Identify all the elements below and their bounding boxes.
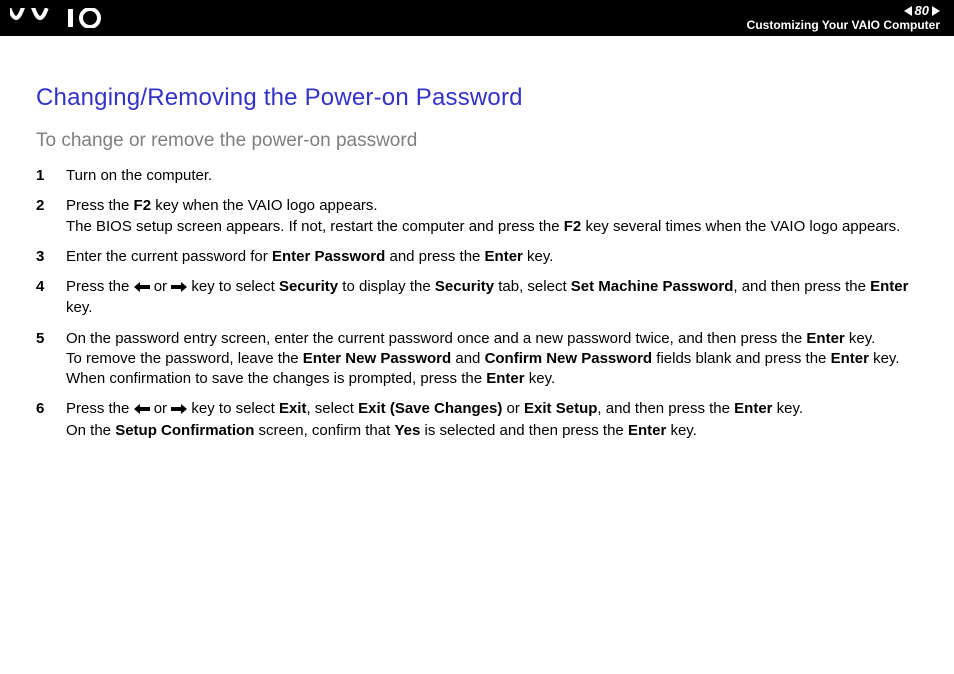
option-name: Exit Setup: [524, 400, 597, 417]
next-page-icon[interactable]: [932, 6, 940, 16]
option-name: Exit (Save Changes): [358, 400, 502, 417]
key-enter: Enter: [831, 350, 869, 367]
prev-page-icon[interactable]: [904, 6, 912, 16]
step-text: Turn on the computer.: [66, 167, 212, 184]
step-text: key.: [773, 400, 804, 417]
steps-list: Turn on the computer. Press the F2 key w…: [36, 166, 918, 441]
step-text: key.: [666, 422, 697, 439]
tab-name: Security: [435, 278, 494, 295]
option-name: Yes: [394, 422, 420, 439]
screen-name: Setup Confirmation: [115, 422, 254, 439]
step-text: key.: [845, 330, 876, 347]
arrow-left-icon: [134, 278, 150, 298]
step-1: Turn on the computer.: [36, 166, 918, 186]
page-title: Changing/Removing the Power-on Password: [36, 84, 918, 112]
step-text: Press the: [66, 400, 134, 417]
step-3: Enter the current password for Enter Pas…: [36, 247, 918, 267]
step-5: On the password entry screen, enter the …: [36, 329, 918, 390]
step-text: tab, select: [494, 278, 571, 295]
step-text: or: [502, 400, 524, 417]
key-enter: Enter: [870, 278, 908, 295]
arrow-left-icon: [134, 400, 150, 420]
step-text: Press the: [66, 197, 134, 214]
step-text: or: [150, 278, 172, 295]
step-text: key several times when the VAIO logo app…: [581, 218, 900, 235]
step-text: To remove the password, leave the: [66, 350, 303, 367]
step-text: screen, confirm that: [254, 422, 394, 439]
arrow-right-icon: [171, 278, 187, 298]
step-text: The BIOS setup screen appears. If not, r…: [66, 218, 564, 235]
vaio-logo: [10, 0, 108, 36]
step-text: , and then press the: [733, 278, 870, 295]
step-text: key.: [66, 299, 92, 316]
menu-name: Security: [279, 278, 338, 295]
step-text: On the: [66, 422, 115, 439]
field-name: Enter New Password: [303, 350, 451, 367]
page-content: Changing/Removing the Power-on Password …: [0, 36, 954, 441]
key-enter: Enter: [734, 400, 772, 417]
step-text: and press the: [385, 248, 484, 265]
step-4: Press the or key to select Security to d…: [36, 277, 918, 319]
field-name: Enter Password: [272, 248, 385, 265]
key-enter: Enter: [486, 370, 524, 387]
step-text: fields blank and press the: [652, 350, 830, 367]
step-text: , select: [306, 400, 358, 417]
step-text: When confirmation to save the changes is…: [66, 370, 486, 387]
key-enter: Enter: [806, 330, 844, 347]
step-text: key when the VAIO logo appears.: [151, 197, 378, 214]
key-enter: Enter: [628, 422, 666, 439]
header-bar: 80 Customizing Your VAIO Computer: [0, 0, 954, 36]
step-text: key to select: [187, 278, 279, 295]
step-text: key.: [525, 370, 556, 387]
step-6: Press the or key to select Exit, select …: [36, 399, 918, 441]
breadcrumb: Customizing Your VAIO Computer: [747, 19, 940, 32]
field-name: Confirm New Password: [485, 350, 653, 367]
step-text: Press the: [66, 278, 134, 295]
header-right: 80 Customizing Your VAIO Computer: [747, 4, 940, 32]
option-name: Set Machine Password: [571, 278, 734, 295]
step-text: and: [451, 350, 484, 367]
step-text: key to select: [187, 400, 279, 417]
step-text: is selected and then press the: [420, 422, 628, 439]
step-text: , and then press the: [597, 400, 734, 417]
step-text: key.: [523, 248, 554, 265]
step-text: or: [150, 400, 172, 417]
key-enter: Enter: [485, 248, 523, 265]
page-number: 80: [915, 4, 929, 18]
arrow-right-icon: [171, 400, 187, 420]
step-text: to display the: [338, 278, 435, 295]
menu-name: Exit: [279, 400, 307, 417]
step-text: key.: [869, 350, 900, 367]
step-2: Press the F2 key when the VAIO logo appe…: [36, 196, 918, 237]
key-f2: F2: [564, 218, 582, 235]
key-f2: F2: [134, 197, 152, 214]
step-text: On the password entry screen, enter the …: [66, 330, 806, 347]
step-text: Enter the current password for: [66, 248, 272, 265]
page-subtitle: To change or remove the power-on passwor…: [36, 130, 918, 152]
page-nav: 80: [904, 4, 940, 18]
